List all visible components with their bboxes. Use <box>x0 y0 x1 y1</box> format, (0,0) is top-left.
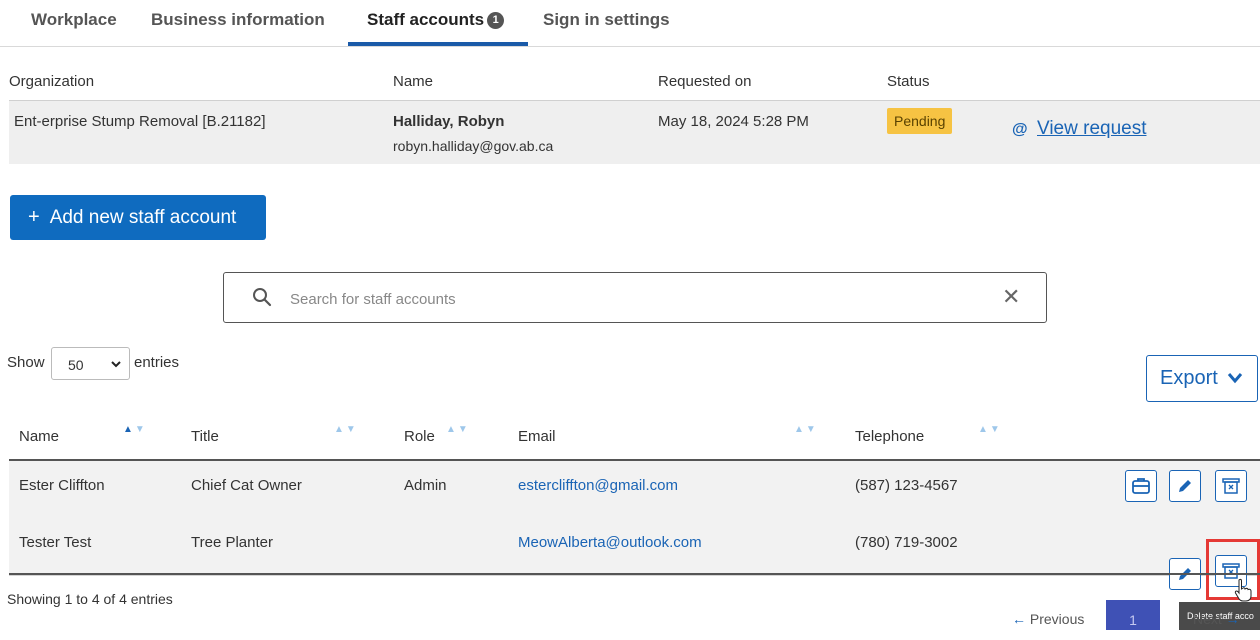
pagination-summary: Showing 1 to 4 of 4 entries <box>7 591 173 607</box>
request-header-name: Name <box>393 73 434 90</box>
staff-role: Admin <box>404 477 447 494</box>
column-header-name[interactable]: Name <box>19 428 59 445</box>
view-request-link[interactable]: @ View request <box>1012 118 1147 140</box>
table-divider <box>9 573 1260 575</box>
export-button[interactable]: Export <box>1146 355 1258 402</box>
request-email: robyn.halliday@gov.ab.ca <box>393 138 554 154</box>
status-badge: Pending <box>887 108 953 134</box>
tab-bar: Workplace Business information Staff acc… <box>0 0 1260 47</box>
arrow-left-icon: ← <box>1012 611 1030 627</box>
search-input[interactable] <box>288 285 972 313</box>
staff-email-link[interactable]: MeowAlberta@outlook.com <box>518 534 702 551</box>
request-header-organization: Organization <box>9 73 95 90</box>
previous-page-button[interactable]: ← Previous <box>1012 611 1084 627</box>
column-header-telephone[interactable]: Telephone <box>855 428 924 445</box>
column-header-email[interactable]: Email <box>518 428 556 445</box>
tab-staff-accounts[interactable]: Staff accounts 1 <box>367 10 505 30</box>
sort-icon[interactable]: ▲▼ <box>123 424 147 435</box>
staff-name: Ester Cliffton <box>19 477 105 494</box>
tab-business-information[interactable]: Business information <box>151 10 325 30</box>
edit-button[interactable] <box>1169 470 1201 502</box>
sort-icon[interactable]: ▲▼ <box>978 424 1002 435</box>
request-name: Halliday, Robyn <box>393 113 505 130</box>
request-organization: Ent-erprise Stump Removal [B.21182] <box>14 113 266 130</box>
tab-count-badge: 1 <box>487 12 505 29</box>
entries-per-page-select[interactable]: 50 <box>51 347 130 380</box>
staff-title: Tree Planter <box>191 534 273 551</box>
staff-telephone: (780) 719-3002 <box>855 534 958 551</box>
briefcase-button[interactable] <box>1125 470 1157 502</box>
search-box: ✕ <box>223 272 1047 323</box>
tab-sign-in-settings[interactable]: Sign in settings <box>543 10 670 30</box>
plus-icon: + <box>28 206 40 228</box>
clear-search-icon[interactable]: ✕ <box>1002 284 1020 310</box>
show-label: Show <box>7 354 45 371</box>
view-icon: @ <box>1012 121 1028 138</box>
trash-icon <box>1222 478 1240 494</box>
arrow-right-icon: → <box>1221 611 1240 627</box>
search-icon <box>253 288 272 307</box>
sort-icon[interactable]: ▲▼ <box>334 424 358 435</box>
briefcase-icon <box>1132 478 1150 494</box>
staff-email-link[interactable]: estercliffton@gmail.com <box>518 477 678 494</box>
request-date: May 18, 2024 5:28 PM <box>658 113 809 130</box>
chevron-down-icon <box>1228 373 1243 384</box>
add-staff-account-button[interactable]: + Add new staff account <box>10 195 266 240</box>
pencil-icon <box>1179 480 1191 492</box>
sort-icon[interactable]: ▲▼ <box>794 424 818 435</box>
column-header-title[interactable]: Title <box>191 428 219 445</box>
active-tab-indicator <box>348 42 528 46</box>
request-header-requested-on: Requested on <box>658 73 752 90</box>
next-page-button[interactable]: Next → <box>1193 611 1240 627</box>
staff-title: Chief Cat Owner <box>191 477 302 494</box>
sort-icon[interactable]: ▲▼ <box>446 424 470 435</box>
current-page-button[interactable]: 1 <box>1106 600 1160 630</box>
request-header-status: Status <box>887 73 930 90</box>
column-header-role[interactable]: Role <box>404 428 435 445</box>
staff-name: Tester Test <box>19 534 92 551</box>
tab-workplace[interactable]: Workplace <box>31 10 117 30</box>
staff-telephone: (587) 123-4567 <box>855 477 958 494</box>
chevron-down-icon <box>110 354 122 377</box>
delete-button[interactable] <box>1215 470 1247 502</box>
entries-label: entries <box>134 354 180 371</box>
